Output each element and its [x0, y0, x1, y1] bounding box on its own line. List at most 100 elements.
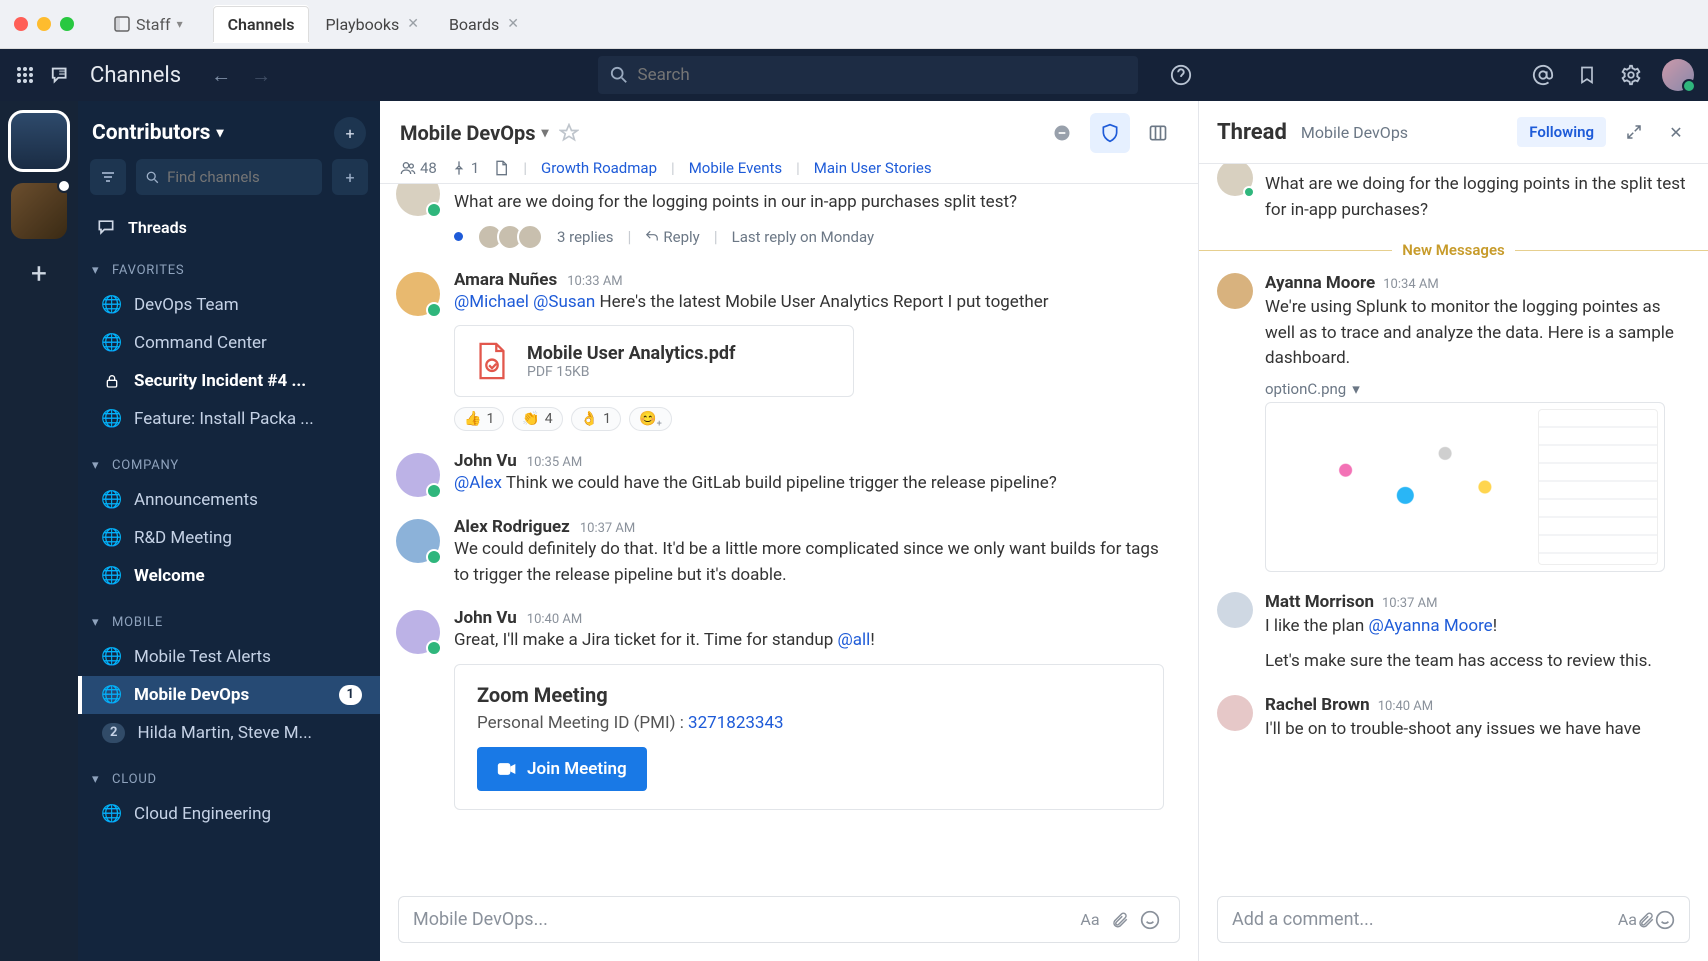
sidebar-item-announcements[interactable]: 🌐Announcements: [78, 481, 380, 519]
sidebar: Contributors ▾ + + Threads ▾ FAVORITES: [78, 101, 380, 961]
mention[interactable]: @Alex: [454, 473, 502, 493]
filter-button[interactable]: [90, 159, 126, 195]
avatar[interactable]: [1217, 695, 1253, 731]
nav-back-button[interactable]: ←: [205, 59, 237, 92]
nav-forward-button[interactable]: →: [245, 59, 277, 92]
file-meta: PDF 15KB: [527, 364, 735, 380]
formatting-icon[interactable]: Aa: [1075, 910, 1105, 929]
minimize-window-icon[interactable]: [37, 17, 51, 31]
close-icon[interactable]: ✕: [407, 16, 419, 32]
avatar[interactable]: [396, 272, 440, 316]
sidebar-item-security-incident[interactable]: Security Incident #4 ...: [78, 362, 380, 400]
unread-dot-icon: [57, 179, 71, 193]
mentions-icon[interactable]: [1530, 62, 1556, 88]
add-channel-button[interactable]: +: [332, 159, 368, 195]
header-link-mobile-events[interactable]: Mobile Events: [689, 159, 782, 177]
user-avatar[interactable]: [1662, 59, 1694, 91]
sidebar-item-cloud-engineering[interactable]: 🌐Cloud Engineering: [78, 795, 380, 833]
sidebar-item-dm-hilda-steve[interactable]: 2 Hilda Martin, Steve M...: [78, 714, 380, 752]
favorite-star-icon[interactable]: [559, 123, 579, 143]
sidebar-item-mobile-test-alerts[interactable]: 🌐Mobile Test Alerts: [78, 638, 380, 676]
mention[interactable]: @Ayanna Moore: [1368, 616, 1492, 636]
tab-channels[interactable]: Channels: [213, 6, 310, 42]
find-channels-input[interactable]: [167, 168, 312, 186]
author-name: Amara Nuñes: [454, 270, 557, 290]
attachment-icon[interactable]: [1105, 910, 1135, 930]
reaction[interactable]: 👍1: [454, 407, 504, 431]
thread-composer[interactable]: Add a comment... Aa: [1217, 896, 1690, 943]
reaction[interactable]: 👏4: [512, 407, 562, 431]
search-box[interactable]: [598, 56, 1138, 94]
sidebar-item-command-center[interactable]: 🌐 Command Center: [78, 324, 380, 362]
zoom-meeting-id[interactable]: 3271823343: [688, 713, 784, 733]
emoji-icon[interactable]: [1655, 910, 1675, 930]
file-attachment[interactable]: Mobile User Analytics.pdf PDF 15KB: [454, 325, 854, 397]
reaction[interactable]: 👌1: [571, 407, 621, 431]
shield-icon[interactable]: [1090, 113, 1130, 153]
sidebar-item-rnd-meeting[interactable]: 🌐R&D Meeting: [78, 519, 380, 557]
settings-gear-icon[interactable]: [1618, 62, 1644, 88]
saved-icon[interactable]: [1574, 62, 1600, 88]
boards-icon[interactable]: [1138, 113, 1178, 153]
sidebar-item-welcome[interactable]: 🌐Welcome: [78, 557, 380, 595]
sidebar-item-feature-install[interactable]: 🌐 Feature: Install Packa ...: [78, 400, 380, 438]
section-header-favorites[interactable]: ▾ FAVORITES: [78, 255, 380, 286]
avatar[interactable]: [396, 610, 440, 654]
avatar[interactable]: [1217, 164, 1253, 196]
sidebar-item-threads[interactable]: Threads: [78, 205, 380, 249]
apps-grid-icon[interactable]: [14, 64, 36, 86]
section-header-mobile[interactable]: ▾ MOBILE: [78, 607, 380, 638]
avatar[interactable]: [1217, 273, 1253, 309]
header-link-growth-roadmap[interactable]: Growth Roadmap: [541, 159, 657, 177]
reply-button[interactable]: Reply: [645, 228, 699, 246]
maximize-window-icon[interactable]: [60, 17, 74, 31]
close-icon[interactable]: ✕: [1662, 118, 1690, 146]
section-header-company[interactable]: ▾ COMPANY: [78, 450, 380, 481]
mention[interactable]: @Michael: [454, 292, 529, 312]
tab-boards[interactable]: Boards ✕: [435, 6, 533, 42]
tab-playbooks[interactable]: Playbooks ✕: [311, 6, 432, 42]
members-count[interactable]: 48: [400, 159, 437, 177]
image-attachment[interactable]: [1265, 402, 1665, 572]
avatar[interactable]: [396, 184, 440, 216]
join-meeting-button[interactable]: Join Meeting: [477, 747, 647, 791]
search-input[interactable]: [638, 65, 1126, 85]
presence-online-icon: [426, 640, 442, 656]
help-icon[interactable]: [1170, 64, 1192, 86]
message-composer[interactable]: Mobile DevOps... Aa: [398, 896, 1180, 943]
avatar[interactable]: [1217, 592, 1253, 628]
formatting-icon[interactable]: Aa: [1618, 910, 1637, 929]
attachment-icon[interactable]: [1637, 910, 1655, 930]
expand-icon[interactable]: [1620, 118, 1648, 146]
mention[interactable]: @Susan: [533, 292, 595, 312]
team-switcher[interactable]: Contributors ▾: [92, 121, 224, 145]
find-channels[interactable]: [136, 159, 322, 195]
attachment-toggle[interactable]: optionC.png ▾: [1265, 380, 1690, 398]
sidebar-item-devops-team[interactable]: 🌐 DevOps Team: [78, 286, 380, 324]
header-link-main-user-stories[interactable]: Main User Stories: [814, 159, 932, 177]
chevron-down-icon: ▾: [92, 458, 104, 473]
files-icon[interactable]: [493, 160, 509, 176]
globe-icon: 🌐: [102, 566, 122, 586]
staff-label: Staff: [136, 15, 171, 34]
close-icon[interactable]: ✕: [507, 16, 519, 32]
staff-dropdown[interactable]: Staff ▾: [104, 9, 193, 40]
mute-icon[interactable]: [1042, 113, 1082, 153]
team-tile-2[interactable]: [11, 183, 67, 239]
mention[interactable]: @all: [838, 630, 871, 650]
new-post-button[interactable]: +: [334, 117, 366, 149]
thread-title: Thread: [1217, 120, 1287, 145]
thread-summary[interactable]: 3 replies | Reply | Last reply on Monday: [454, 224, 1170, 250]
emoji-icon[interactable]: [1135, 910, 1165, 930]
add-team-button[interactable]: +: [19, 253, 59, 293]
follow-button[interactable]: Following: [1517, 117, 1606, 147]
add-reaction-button[interactable]: 😊₊: [629, 407, 672, 431]
sidebar-item-mobile-devops[interactable]: 🌐 Mobile DevOps 1: [78, 676, 380, 714]
section-header-cloud[interactable]: ▾ CLOUD: [78, 764, 380, 795]
channel-title-dropdown[interactable]: Mobile DevOps ▾: [400, 121, 549, 145]
close-window-icon[interactable]: [14, 17, 28, 31]
avatar[interactable]: [396, 453, 440, 497]
pins-count[interactable]: 1: [451, 159, 479, 177]
avatar[interactable]: [396, 519, 440, 563]
team-tile-1[interactable]: [11, 113, 67, 169]
